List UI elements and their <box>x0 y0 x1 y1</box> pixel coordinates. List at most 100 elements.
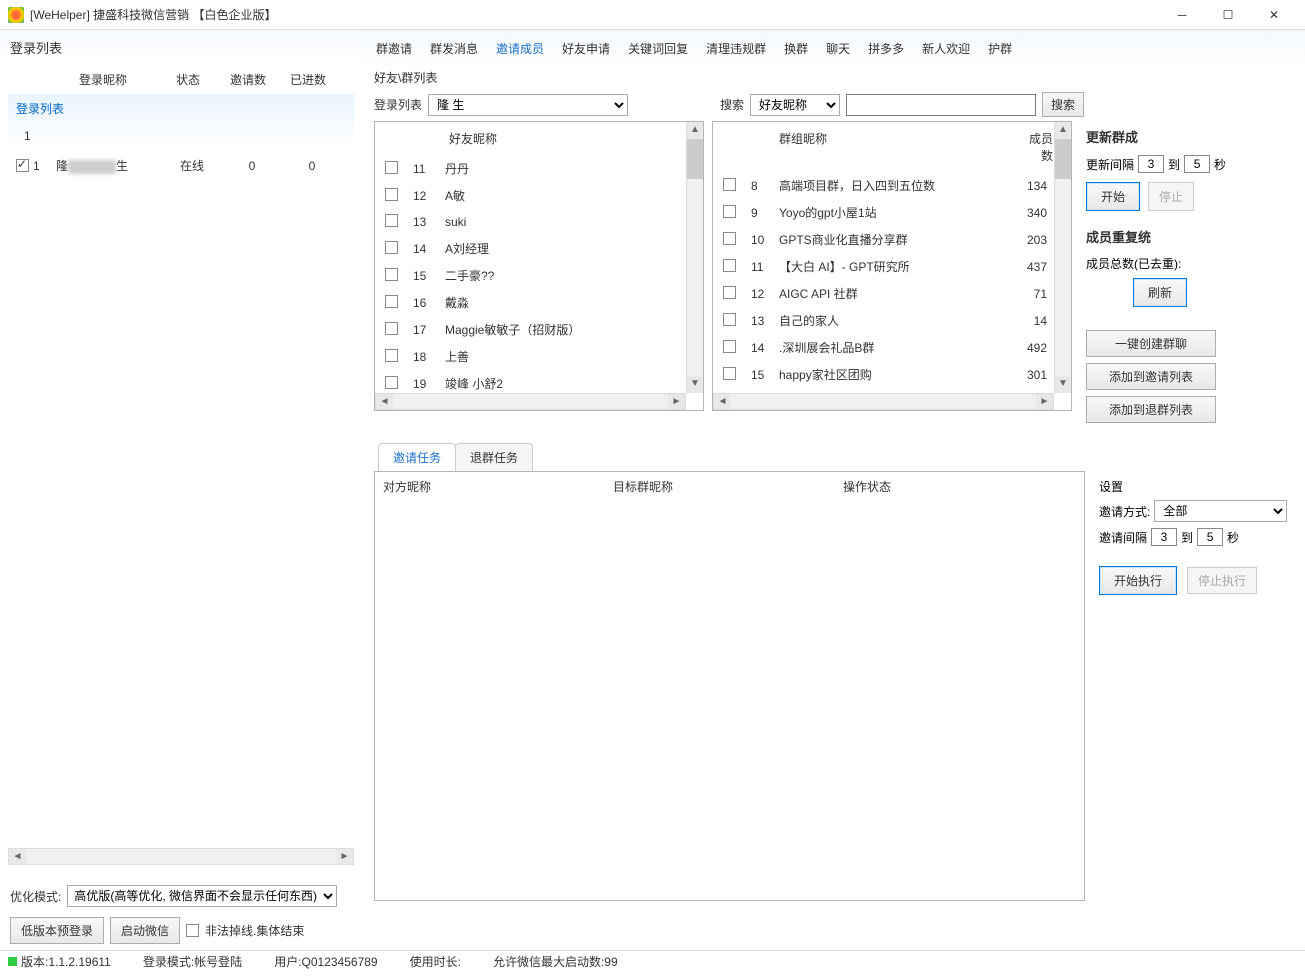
update-min-input[interactable] <box>1138 155 1164 173</box>
mode-select[interactable]: 高优版(高等优化, 微信界面不会显示任何东西) <box>67 885 337 907</box>
friends-hscroll[interactable]: ◄► <box>375 393 686 410</box>
update-start-button[interactable]: 开始 <box>1086 182 1140 211</box>
left-hscroll[interactable]: ◄► <box>8 848 354 865</box>
group-row[interactable]: 10GPTS商业化直播分享群203 <box>713 226 1071 253</box>
update-max-input[interactable] <box>1184 155 1210 173</box>
friend-row[interactable]: 17Maggie敏敏子（招财版） <box>375 316 703 343</box>
minimize-button[interactable]: ─ <box>1159 0 1205 30</box>
groups-header-name[interactable]: 群组昵称 <box>773 126 1015 168</box>
status-duration: 使用时长: <box>410 953 461 970</box>
friend-checkbox[interactable] <box>385 241 398 254</box>
settings-title: 设置 <box>1099 478 1123 495</box>
friends-vscroll[interactable]: ▲▼ <box>686 122 703 393</box>
friend-checkbox[interactable] <box>385 188 398 201</box>
illegal-checkbox[interactable] <box>186 924 199 937</box>
search-button[interactable]: 搜索 <box>1042 92 1084 117</box>
group-checkbox[interactable] <box>723 340 736 353</box>
friend-checkbox[interactable] <box>385 161 398 174</box>
friend-checkbox[interactable] <box>385 349 398 362</box>
tab-1[interactable]: 群发消息 <box>428 38 480 59</box>
search-input[interactable] <box>846 94 1036 116</box>
friend-row[interactable]: 14A刘经理 <box>375 235 703 262</box>
tree-root[interactable]: 登录列表 <box>8 94 354 123</box>
exec-stop-button: 停止执行 <box>1187 567 1257 594</box>
group-row[interactable]: 13自己的家人14 <box>713 307 1071 334</box>
task-list: 对方昵称 目标群昵称 操作状态 <box>374 471 1085 901</box>
group-checkbox[interactable] <box>723 367 736 380</box>
friend-row[interactable]: 11丹丹 <box>375 155 703 182</box>
group-checkbox[interactable] <box>723 232 736 245</box>
prelogin-button[interactable]: 低版本预登录 <box>10 917 104 944</box>
login-grid-header: 登录昵称 状态 邀请数 已进数 <box>8 65 354 94</box>
login-list-combo[interactable]: 隆 生 <box>428 94 628 116</box>
status-login-mode: 登录模式:帐号登陆 <box>143 953 242 970</box>
dedup-refresh-button[interactable]: 刷新 <box>1133 278 1187 307</box>
main-tabs: 群邀请群发消息邀请成员好友申请关键词回复清理违规群换群聊天拼多多新人欢迎护群 <box>370 36 1297 67</box>
login-list-title: 登录列表 <box>8 34 354 65</box>
groups-hscroll[interactable]: ◄► <box>713 393 1054 410</box>
update-title: 更新群成 <box>1086 125 1234 152</box>
invite-max-input[interactable] <box>1197 528 1223 546</box>
window-title: [WeHelper] 捷盛科技微信营销 【白色企业版】 <box>30 6 1159 23</box>
tab-5[interactable]: 清理违规群 <box>704 38 768 59</box>
search-type-combo[interactable]: 好友昵称 <box>750 94 840 116</box>
invite-interval-label: 邀请间隔 <box>1099 529 1147 546</box>
group-checkbox[interactable] <box>723 286 736 299</box>
group-row[interactable]: 11【大白 AI】- GPT研究所437 <box>713 253 1071 280</box>
group-row[interactable]: 14.深圳展会礼品B群492 <box>713 334 1071 361</box>
login-row[interactable]: 1 隆生 在线 0 0 <box>8 149 354 182</box>
group-row[interactable]: 12AIGC API 社群71 <box>713 280 1071 307</box>
groups-vscroll[interactable]: ▲▼ <box>1054 122 1071 393</box>
tab-4[interactable]: 关键词回复 <box>626 38 690 59</box>
tab-3[interactable]: 好友申请 <box>560 38 612 59</box>
create-group-button[interactable]: 一键创建群聊 <box>1086 330 1216 357</box>
invite-min-input[interactable] <box>1151 528 1177 546</box>
friend-row[interactable]: 13suki <box>375 209 703 235</box>
friend-checkbox[interactable] <box>385 322 398 335</box>
friend-row[interactable]: 12A敏 <box>375 182 703 209</box>
tab-7[interactable]: 聊天 <box>824 38 852 59</box>
friend-row[interactable]: 16戴淼 <box>375 289 703 316</box>
col-invites[interactable]: 邀请数 <box>218 65 278 94</box>
invite-mode-select[interactable]: 全部 <box>1154 500 1287 522</box>
subtab-quit[interactable]: 退群任务 <box>455 443 533 471</box>
subtab-invite[interactable]: 邀请任务 <box>378 443 456 471</box>
start-wechat-button[interactable]: 启动微信 <box>110 917 180 944</box>
friend-checkbox[interactable] <box>385 295 398 308</box>
tab-6[interactable]: 换群 <box>782 38 810 59</box>
task-col-nick[interactable]: 对方昵称 <box>383 478 613 495</box>
col-nick[interactable]: 登录昵称 <box>48 65 158 94</box>
friend-row[interactable]: 18上善 <box>375 343 703 370</box>
titlebar: [WeHelper] 捷盛科技微信营销 【白色企业版】 ─ ☐ ✕ <box>0 0 1305 30</box>
tab-2[interactable]: 邀请成员 <box>494 38 546 59</box>
group-checkbox[interactable] <box>723 178 736 191</box>
friend-checkbox[interactable] <box>385 268 398 281</box>
task-col-status[interactable]: 操作状态 <box>843 478 1076 495</box>
row-checkbox[interactable] <box>16 159 29 172</box>
group-checkbox[interactable] <box>723 205 736 218</box>
group-row[interactable]: 8高端项目群，日入四到五位数134 <box>713 172 1071 199</box>
tree-child[interactable]: 1 <box>8 123 354 149</box>
friend-row[interactable]: 15二手豪?? <box>375 262 703 289</box>
maximize-button[interactable]: ☐ <box>1205 0 1251 30</box>
exec-start-button[interactable]: 开始执行 <box>1099 566 1177 595</box>
tab-10[interactable]: 护群 <box>986 38 1014 59</box>
close-button[interactable]: ✕ <box>1251 0 1297 30</box>
add-invite-list-button[interactable]: 添加到邀请列表 <box>1086 363 1216 390</box>
friends-header[interactable]: 好友昵称 <box>443 126 703 151</box>
task-col-group[interactable]: 目标群昵称 <box>613 478 843 495</box>
group-checkbox[interactable] <box>723 259 736 272</box>
friend-checkbox[interactable] <box>385 214 398 227</box>
friend-checkbox[interactable] <box>385 376 398 389</box>
add-quit-list-button[interactable]: 添加到退群列表 <box>1086 396 1216 423</box>
section-title: 好友\群列表 <box>370 67 1297 88</box>
tab-9[interactable]: 新人欢迎 <box>920 38 972 59</box>
mode-label: 优化模式: <box>10 888 61 905</box>
col-joined[interactable]: 已进数 <box>278 65 338 94</box>
group-row[interactable]: 15happy家社区团购301 <box>713 361 1071 388</box>
tab-8[interactable]: 拼多多 <box>866 38 906 59</box>
group-row[interactable]: 9Yoyo的gpt小屋1站340 <box>713 199 1071 226</box>
tab-0[interactable]: 群邀请 <box>374 38 414 59</box>
group-checkbox[interactable] <box>723 313 736 326</box>
col-status[interactable]: 状态 <box>158 65 218 94</box>
